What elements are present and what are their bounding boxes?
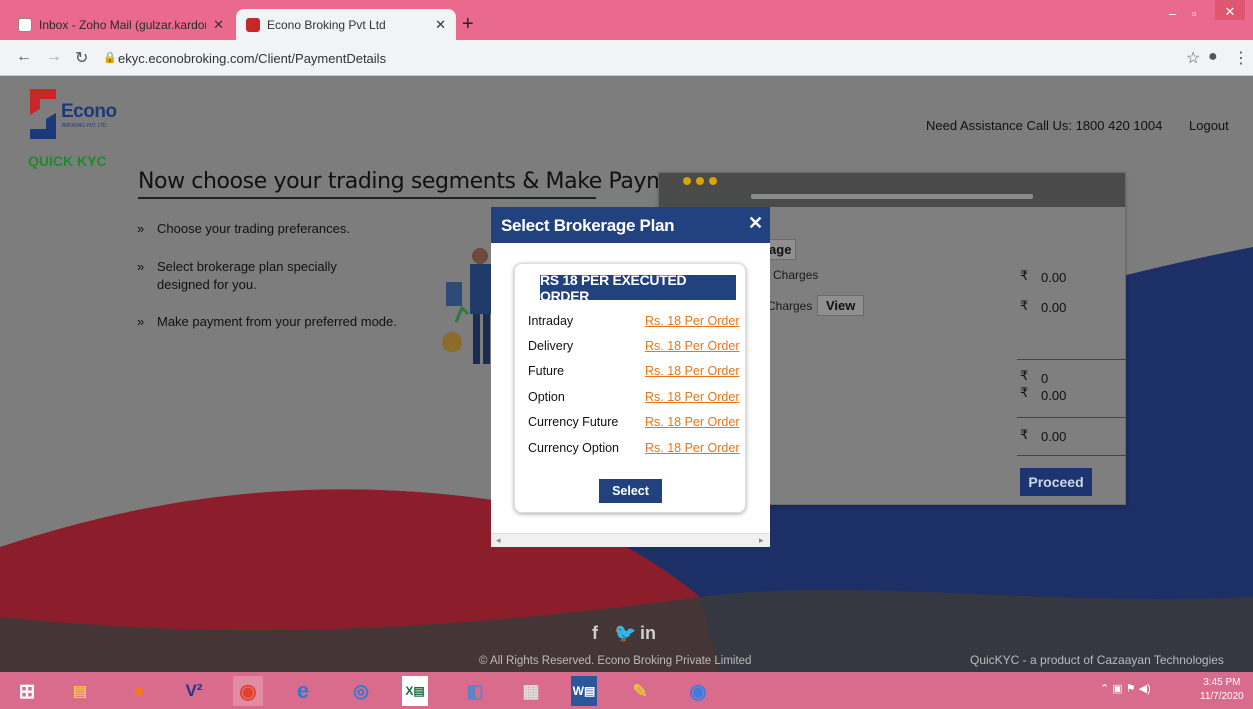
rate-link[interactable]: Rs. 18 Per Order [645,364,739,378]
charges-value: 0.00 [1041,270,1067,285]
rate-link[interactable]: Rs. 18 Per Order [645,415,739,429]
econo-logo[interactable]: Econo BROKING PVT LTD QUICK KYC [24,85,124,169]
logo-name: Econo [61,101,117,122]
other-charges-value: 0.00 [1041,300,1067,315]
plan-row: Currency Future Rs. 18 Per Order [528,415,740,429]
currency-symbol: ₹ [1020,268,1029,283]
card-window-bar [659,173,1125,207]
twitter-icon[interactable]: 🐦 [614,623,636,644]
tab-title: Inbox - Zoho Mail (gulzar.kardon [39,17,207,32]
plan-row: Option Rs. 18 Per Order [528,390,740,404]
close-tab-icon[interactable]: ✕ [435,17,446,33]
step-item: » Choose your trading preferances. [137,221,350,236]
close-tab-icon[interactable]: ✕ [213,17,224,33]
plan-row: Currency Option Rs. 18 Per Order [528,441,740,455]
excel-icon[interactable]: X▤ [402,676,428,706]
windows-start-icon[interactable]: ⊞ [12,676,42,706]
rate-link[interactable]: Rs. 18 Per Order [645,441,739,455]
tab-zoho-mail[interactable]: Inbox - Zoho Mail (gulzar.kardon ✕ [8,9,234,40]
calculator-icon[interactable]: ▦ [516,676,546,706]
product-credit: QuicKYC - a product of Cazaayan Technolo… [970,653,1224,667]
plan-row: Intraday Rs. 18 Per Order [528,314,740,328]
plan-card[interactable]: RS 18 PER EXECUTED ORDER Intraday Rs. 18… [514,263,746,513]
address-bar: ← → ↻ 🔒 ekyc.econobroking.com/Client/Pay… [0,40,1253,76]
close-window-button[interactable]: ✕ [1215,0,1245,20]
sum-value: 0 [1041,371,1049,386]
paint-icon[interactable]: ✎ [625,676,655,706]
url-field[interactable]: ekyc.econobroking.com/Client/PaymentDeta… [118,51,386,66]
title-underline [138,197,596,199]
brokerage-plan-modal: Select Brokerage Plan ✕ RS 18 PER EXECUT… [491,207,770,547]
logout-link[interactable]: Logout [1189,118,1229,133]
econo-favicon-icon [246,17,260,32]
lock-icon: 🔒 [103,52,117,64]
scroll-right-icon[interactable]: ▸ [759,535,764,546]
file-explorer-icon[interactable]: ▤ [65,676,95,706]
sum-value: 0.00 [1041,388,1067,403]
other-charges-label: Charges [767,299,813,313]
reload-icon[interactable]: ↻ [75,48,88,68]
currency-symbol: ₹ [1020,427,1029,442]
view-charges-button[interactable]: View [817,295,865,316]
logo-mark-icon [30,89,56,139]
chrome-icon[interactable]: ◉ [233,676,263,706]
word-icon[interactable]: W▤ [571,676,597,706]
step-item: » Select brokerage plan specially design… [137,259,337,292]
logo-subtitle: BROKING PVT LTD [62,123,107,129]
menu-kebab-icon[interactable]: ⋮ [1233,48,1249,68]
assistance-phone: Need Assistance Call Us: 1800 420 1004 [926,118,1163,133]
forward-arrow-icon[interactable]: → [46,48,62,66]
plan-row: Delivery Rs. 18 Per Order [528,339,740,353]
internet-explorer-icon[interactable]: e [288,676,318,706]
rate-link[interactable]: Rs. 18 Per Order [645,314,739,328]
facebook-icon[interactable]: f [592,623,598,644]
modal-title: Select Brokerage Plan [501,216,675,235]
windows-taskbar: ⊞ ▤ ● V² ◉ e ◎ X▤ ◧ ▦ W▤ ✎ ◉ ⌃ ▣ ⚑ ◀) 3:… [0,672,1253,709]
rate-link[interactable]: Rs. 18 Per Order [645,390,739,404]
zoho-mail-icon [18,17,32,32]
maximize-button[interactable]: ▫ [1192,6,1197,21]
tab-title: Econo Broking Pvt Ltd [267,17,386,32]
horizontal-scrollbar[interactable]: ◂ ▸ [491,533,770,547]
zoho-mail-icon[interactable]: ◎ [346,676,376,706]
notes-icon[interactable]: ◧ [460,676,490,706]
copyright-text: © All Rights Reserved. Econo Broking Pri… [479,655,752,667]
page-title: Now choose your trading segments & Make … [138,169,703,194]
charges-label: g Charges [763,268,819,282]
modal-header: Select Brokerage Plan ✕ [491,207,770,243]
browser-tab-bar: Inbox - Zoho Mail (gulzar.kardon ✕ Econo… [0,0,1253,40]
firefox-icon[interactable]: ● [124,676,154,706]
profile-icon[interactable]: ● [1208,48,1218,66]
plan-row: Future Rs. 18 Per Order [528,364,740,378]
back-arrow-icon[interactable]: ← [16,48,32,66]
logo-tagline: QUICK KYC [28,153,107,169]
bookmark-star-icon[interactable]: ☆ [1186,48,1200,68]
double-chevron-icon: » [137,221,145,236]
select-button[interactable]: Select [599,479,662,503]
tab-econo-broking[interactable]: Econo Broking Pvt Ltd ✕ [236,9,456,40]
currency-symbol: ₹ [1020,385,1029,400]
new-tab-button[interactable]: + [462,13,474,36]
rate-link[interactable]: Rs. 18 Per Order [645,339,739,353]
proceed-button[interactable]: Proceed [1020,468,1092,496]
double-chevron-icon: » [137,314,145,329]
double-chevron-icon: » [137,259,145,274]
close-icon[interactable]: ✕ [748,213,763,234]
total-value: 0.00 [1041,429,1067,444]
currency-symbol: ₹ [1020,298,1029,313]
plan-title: RS 18 PER EXECUTED ORDER [540,272,736,304]
step-item: » Make payment from your preferred mode. [137,314,397,329]
minimize-button[interactable]: – [1169,6,1176,21]
vs-code-icon[interactable]: V² [179,676,209,706]
scroll-left-icon[interactable]: ◂ [496,535,501,546]
system-clock[interactable]: 3:45 PM 11/7/2020 [1200,676,1244,704]
linkedin-icon[interactable]: in [640,623,656,644]
system-tray-icons[interactable]: ⌃ ▣ ⚑ ◀) [1100,682,1151,695]
zoho-assist-icon[interactable]: ◉ [683,676,713,706]
currency-symbol: ₹ [1020,368,1029,383]
